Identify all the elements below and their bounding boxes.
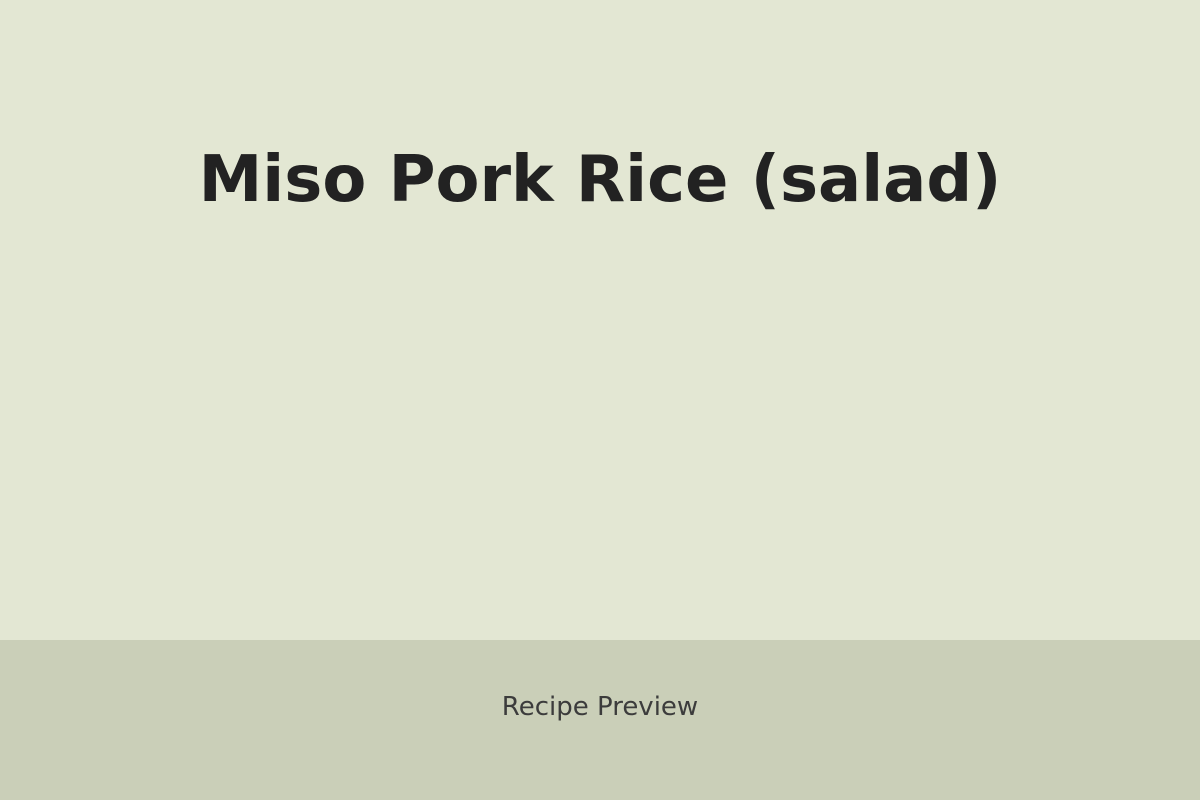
hero-panel [0,0,1200,640]
recipe-title: Miso Pork Rice (salad) [198,143,1002,217]
footer-label: Recipe Preview [501,692,699,722]
